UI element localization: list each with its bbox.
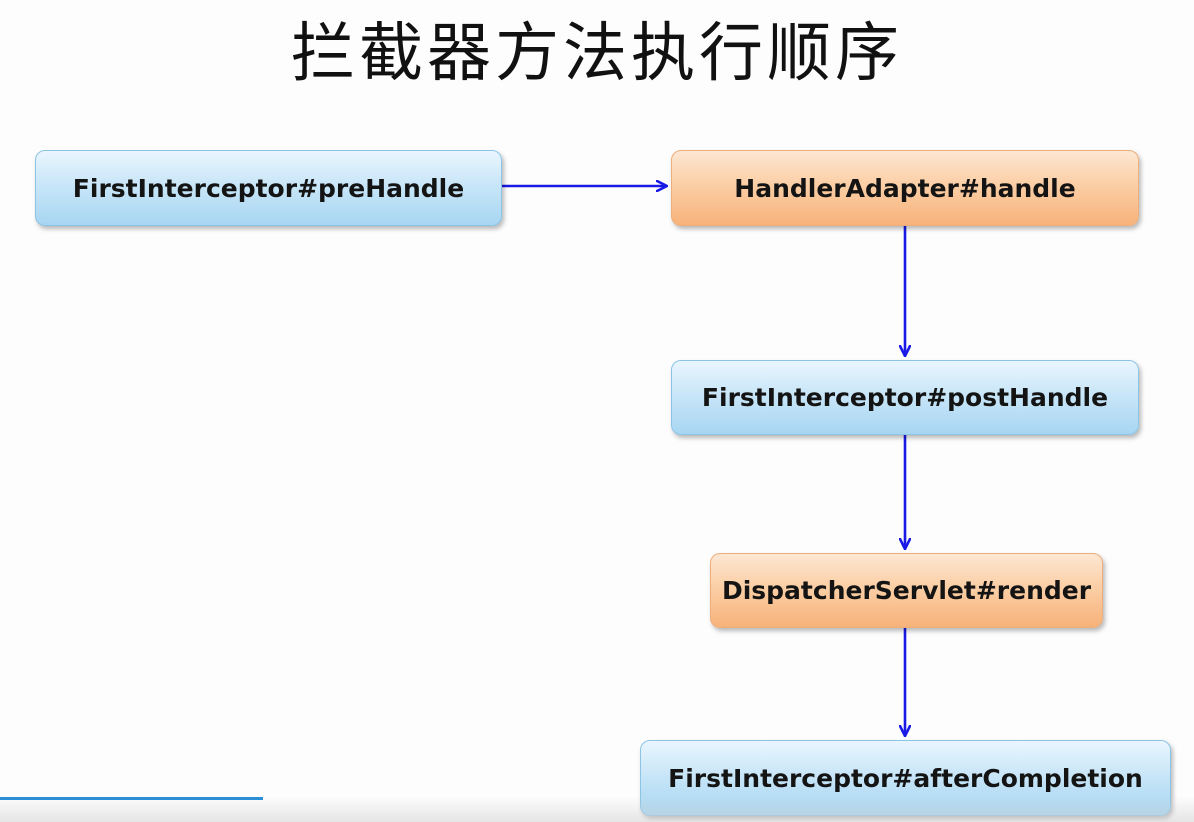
node-handler-adapter-handle: HandlerAdapter#handle	[671, 150, 1139, 226]
node-dispatcher-servlet-render: DispatcherServlet#render	[710, 553, 1103, 628]
slide: 拦截器方法执行顺序 FirstInterceptor#preHandle Han…	[0, 0, 1194, 822]
node-first-interceptor-posthandle: FirstInterceptor#postHandle	[671, 360, 1139, 435]
video-progress-fill[interactable]	[0, 797, 263, 800]
node-first-interceptor-prehandle: FirstInterceptor#preHandle	[35, 150, 502, 226]
